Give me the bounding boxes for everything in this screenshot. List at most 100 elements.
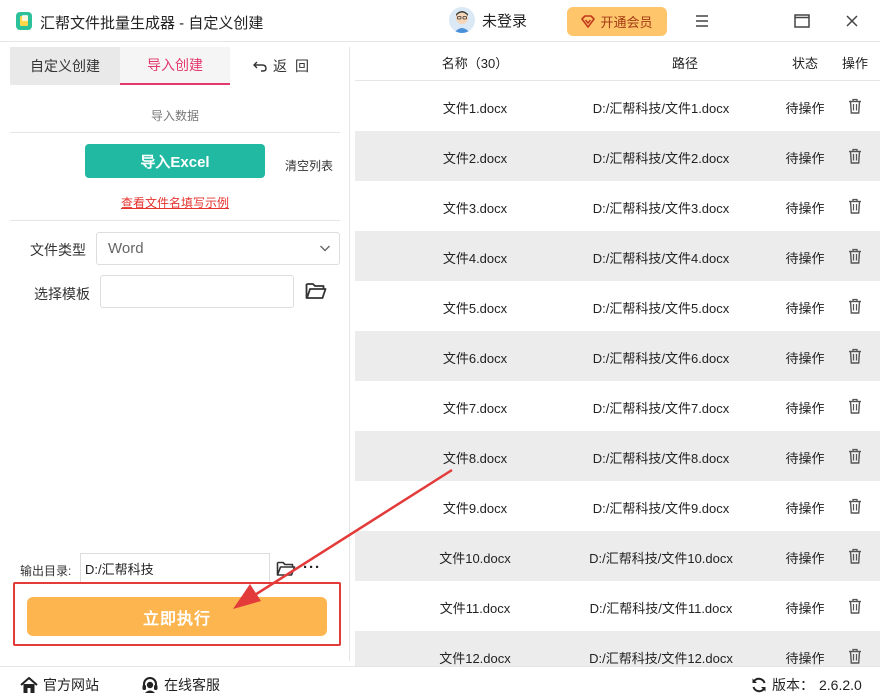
cell-name: 文件1.docx (442, 101, 508, 116)
col-header-path: 路径 (671, 56, 698, 71)
divider (10, 220, 340, 221)
refresh-icon (752, 677, 766, 693)
cell-path: D:/汇帮科技/文件9.docx (592, 501, 730, 516)
cell-name: 文件12.docx (439, 651, 511, 666)
file-table: 名称（30） 路径 状态 操作 文件1.docx D:/汇帮科技/文件1.docx… (355, 43, 880, 666)
trash-icon[interactable] (848, 398, 862, 414)
folder-icon[interactable] (305, 281, 327, 300)
table-row[interactable]: 文件7.docx D:/汇帮科技/文件7.docx 待操作 (355, 381, 880, 431)
cell-path: D:/汇帮科技/文件11.docx (589, 601, 733, 616)
app-logo-icon (16, 12, 32, 30)
tab-import-create[interactable]: 导入创建 (120, 47, 230, 85)
table-row[interactable]: 文件5.docx D:/汇帮科技/文件5.docx 待操作 (355, 281, 880, 331)
table-row[interactable]: 文件1.docx D:/汇帮科技/文件1.docx 待操作 (355, 81, 880, 131)
cell-status: 待操作 (785, 301, 825, 316)
table-row[interactable]: 文件3.docx D:/汇帮科技/文件3.docx 待操作 (355, 181, 880, 231)
tab-custom-create[interactable]: 自定义创建 (10, 47, 120, 85)
example-link[interactable]: 查看文件名填写示例 (10, 194, 340, 211)
cell-name: 文件7.docx (442, 401, 508, 416)
user-login[interactable]: 未登录 (449, 7, 527, 33)
cell-path: D:/汇帮科技/文件3.docx (592, 201, 730, 216)
section-label: 导入数据 (150, 109, 199, 123)
cell-status: 待操作 (785, 351, 825, 366)
trash-icon[interactable] (848, 648, 862, 664)
run-button[interactable]: 立即执行 (27, 597, 327, 636)
trash-icon[interactable] (848, 598, 862, 614)
cell-path: D:/汇帮科技/文件7.docx (592, 401, 730, 416)
trash-icon[interactable] (848, 448, 862, 464)
cell-path: D:/汇帮科技/文件4.docx (592, 251, 730, 266)
cell-path: D:/汇帮科技/文件2.docx (592, 151, 730, 166)
divider (10, 132, 340, 133)
cell-name: 文件3.docx (442, 201, 508, 216)
output-dir-label: 输出目录: (20, 564, 72, 578)
cell-status: 待操作 (785, 251, 825, 266)
trash-icon[interactable] (848, 298, 862, 314)
diamond-icon (581, 15, 596, 28)
table-row[interactable]: 文件12.docx D:/汇帮科技/文件12.docx 待操作 (355, 631, 880, 666)
table-row[interactable]: 文件10.docx D:/汇帮科技/文件10.docx 待操作 (355, 531, 880, 581)
trash-icon[interactable] (848, 98, 862, 114)
back-label: 返回 (273, 58, 317, 74)
cell-status: 待操作 (785, 401, 825, 416)
cell-status: 待操作 (785, 601, 825, 616)
import-excel-button[interactable]: 导入Excel (85, 144, 265, 178)
trash-icon[interactable] (848, 498, 862, 514)
table-row[interactable]: 文件8.docx D:/汇帮科技/文件8.docx 待操作 (355, 431, 880, 481)
headset-icon (142, 676, 158, 693)
table-row[interactable]: 文件11.docx D:/汇帮科技/文件11.docx 待操作 (355, 581, 880, 631)
template-input[interactable] (100, 275, 294, 308)
file-type-select[interactable]: Word (96, 232, 340, 265)
cell-status: 待操作 (785, 551, 825, 566)
close-button[interactable] (840, 9, 864, 33)
col-header-name: 名称（30） (441, 56, 509, 71)
col-header-status: 状态 (791, 56, 818, 71)
maximize-icon (794, 14, 810, 28)
online-service-link[interactable]: 在线客服 (141, 675, 220, 695)
cell-name: 文件5.docx (442, 301, 508, 316)
vip-button[interactable]: 开通会员 (567, 7, 667, 36)
folder-icon[interactable] (276, 560, 296, 577)
version-value: 2.6.2.0 (819, 677, 862, 693)
cell-path: D:/汇帮科技/文件12.docx (589, 651, 733, 666)
trash-icon[interactable] (848, 198, 862, 214)
user-avatar-icon (449, 7, 475, 33)
cell-status: 待操作 (785, 501, 825, 516)
version-info[interactable]: 版本： 2.6.2.0 (751, 675, 862, 695)
table-row[interactable]: 文件6.docx D:/汇帮科技/文件6.docx 待操作 (355, 331, 880, 381)
clear-list-button[interactable]: 清空列表 (285, 157, 333, 174)
trash-icon[interactable] (848, 148, 862, 164)
cell-path: D:/汇帮科技/文件6.docx (592, 351, 730, 366)
trash-icon[interactable] (848, 348, 862, 364)
trash-icon[interactable] (848, 248, 862, 264)
cell-name: 文件10.docx (439, 551, 511, 566)
cell-path: D:/汇帮科技/文件1.docx (592, 101, 730, 116)
table-row[interactable]: 文件9.docx D:/汇帮科技/文件9.docx 待操作 (355, 481, 880, 531)
table-row[interactable]: 文件4.docx D:/汇帮科技/文件4.docx 待操作 (355, 231, 880, 281)
official-site-link[interactable]: 官方网站 (20, 675, 99, 695)
cell-name: 文件2.docx (442, 151, 508, 166)
chevron-down-icon (320, 245, 330, 252)
cell-name: 文件9.docx (442, 501, 508, 516)
more-dots-icon[interactable]: ··· (303, 559, 321, 576)
cell-status: 待操作 (785, 451, 825, 466)
cell-path: D:/汇帮科技/文件8.docx (592, 451, 730, 466)
col-header-action: 操作 (841, 56, 868, 71)
file-type-value: Word (108, 240, 144, 257)
cell-name: 文件8.docx (442, 451, 508, 466)
table-row[interactable]: 文件2.docx D:/汇帮科技/文件2.docx 待操作 (355, 131, 880, 181)
login-status: 未登录 (482, 12, 528, 30)
app-title: 汇帮文件批量生成器 - 自定义创建 (40, 15, 264, 32)
file-type-label: 文件类型 (30, 242, 86, 258)
cell-status: 待操作 (785, 201, 825, 216)
back-arrow-icon (253, 61, 267, 72)
status-bar: 官方网站 在线客服 版本： 2.6.2.0 (0, 666, 880, 700)
output-dir-input[interactable]: D:/汇帮科技 (80, 553, 270, 583)
cell-name: 文件11.docx (439, 601, 511, 616)
menu-button[interactable] (690, 9, 714, 33)
cell-status: 待操作 (785, 101, 825, 116)
maximize-button[interactable] (790, 9, 814, 33)
tab-back[interactable]: 返回 (230, 47, 340, 85)
trash-icon[interactable] (848, 548, 862, 564)
vip-label: 开通会员 (600, 15, 653, 30)
